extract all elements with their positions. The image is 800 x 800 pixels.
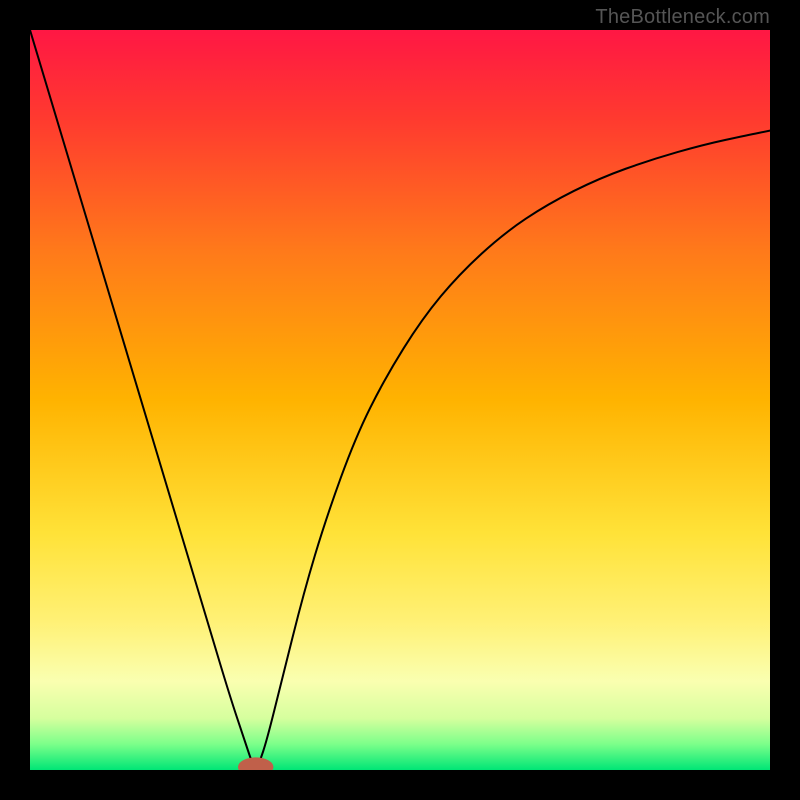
chart-frame: TheBottleneck.com: [0, 0, 800, 800]
chart-svg: [30, 30, 770, 770]
credit-text: TheBottleneck.com: [595, 6, 770, 29]
plot-area: [30, 30, 770, 770]
